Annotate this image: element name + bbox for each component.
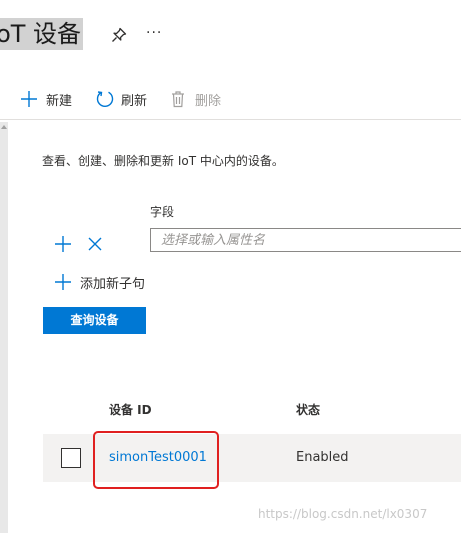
delete-button[interactable]: 删除 bbox=[170, 88, 221, 110]
watermark: https://blog.csdn.net/lx0307 bbox=[258, 507, 428, 521]
more-options-icon[interactable]: ··· bbox=[146, 24, 162, 42]
plus-icon bbox=[21, 91, 37, 107]
new-button[interactable]: 新建 bbox=[20, 88, 72, 110]
row-checkbox[interactable] bbox=[61, 448, 81, 468]
query-devices-button[interactable]: 查询设备 bbox=[43, 307, 146, 334]
remove-clause-icon[interactable] bbox=[87, 236, 103, 252]
add-clause-label: 添加新子句 bbox=[80, 276, 146, 292]
pin-icon[interactable] bbox=[110, 26, 128, 44]
field-label: 字段 bbox=[150, 205, 175, 219]
refresh-button[interactable]: 刷新 bbox=[95, 88, 147, 110]
scroll-up-icon[interactable] bbox=[1, 125, 7, 129]
toolbar-divider bbox=[0, 119, 461, 120]
add-clause-button[interactable]: 添加新子句 bbox=[54, 272, 145, 292]
page-description: 查看、创建、删除和更新 IoT 中心内的设备。 bbox=[42, 154, 284, 168]
new-button-label: 新建 bbox=[46, 93, 73, 109]
refresh-icon bbox=[96, 91, 114, 108]
refresh-button-label: 刷新 bbox=[121, 93, 148, 109]
title-highlight: IoT 设备 bbox=[0, 18, 83, 50]
add-clause-icon[interactable] bbox=[54, 235, 72, 253]
plus-icon bbox=[55, 274, 71, 290]
delete-button-label: 删除 bbox=[195, 93, 222, 109]
vertical-scrollbar[interactable] bbox=[0, 122, 8, 533]
highlight-annotation bbox=[93, 431, 219, 489]
page-title: IoT 设备 bbox=[0, 20, 82, 48]
trash-icon bbox=[172, 91, 184, 108]
column-header-status[interactable]: 状态 bbox=[296, 402, 320, 418]
field-name-input[interactable] bbox=[150, 228, 461, 252]
column-header-device-id[interactable]: 设备 ID bbox=[109, 402, 152, 418]
status-cell: Enabled bbox=[296, 450, 349, 465]
